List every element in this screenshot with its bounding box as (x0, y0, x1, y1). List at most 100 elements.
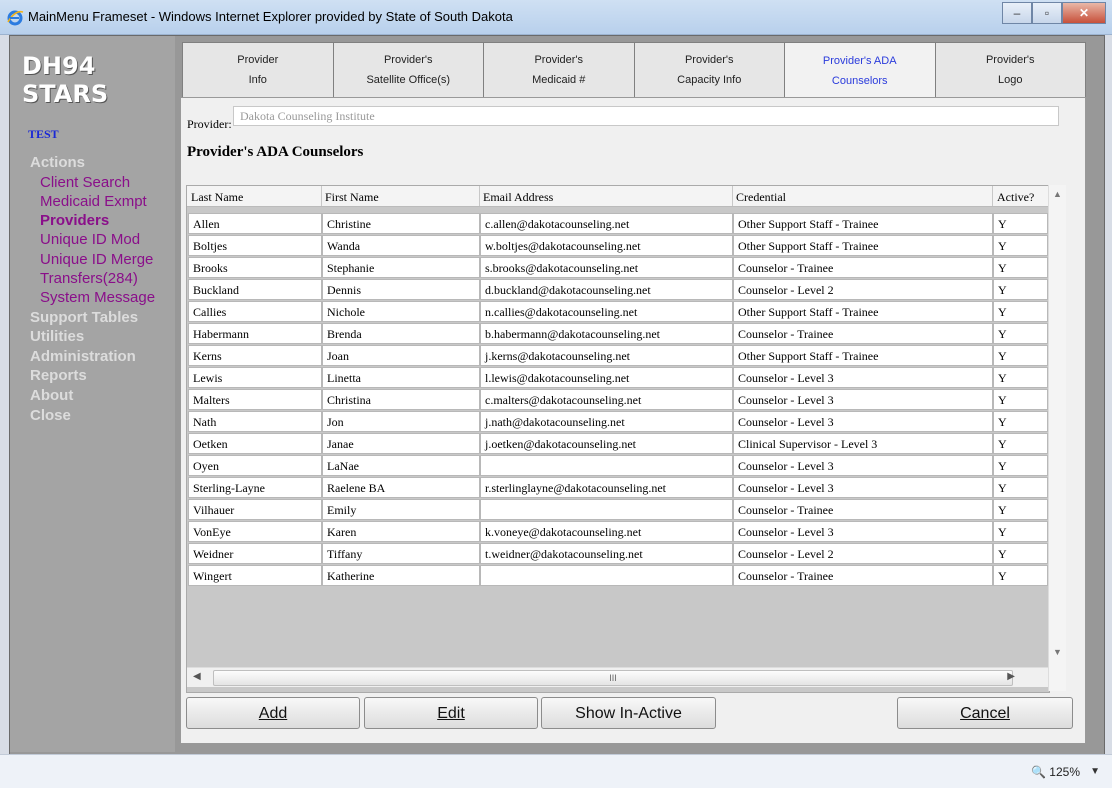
nav-section-close[interactable]: Close (30, 406, 175, 426)
first-name-cell: Karen (322, 521, 480, 542)
nav-item-unique-id-mod[interactable]: Unique ID Mod (30, 230, 175, 249)
email-cell: b.habermann@dakotacounseling.net (480, 323, 733, 344)
counselors-table: Last Name First Name Email Address Crede… (186, 185, 1050, 693)
tab-logo[interactable]: Provider's Logo (935, 42, 1086, 98)
nav-section-reports[interactable]: Reports (30, 366, 175, 386)
email-cell: j.oetken@dakotacounseling.net (480, 433, 733, 454)
table-row[interactable]: Oyen LaNae Counselor - Level 3Y (188, 455, 1048, 476)
last-name-cell: Sterling-Layne (188, 477, 322, 498)
window-title-bar: MainMenu Frameset - Windows Internet Exp… (0, 0, 1112, 35)
first-name-cell: Nichole (322, 301, 480, 322)
active-cell: Y (993, 235, 1048, 256)
zoom-dropdown-icon[interactable]: ▼ (1090, 766, 1100, 777)
column-header-active[interactable]: Active? (997, 190, 1034, 205)
nav-item-client-search[interactable]: Client Search (30, 173, 175, 192)
credential-cell: Counselor - Level 3 (733, 477, 993, 498)
table-row[interactable]: Lewis Linetta l.lewis@dakotacounseling.net… (188, 367, 1048, 388)
page-title: Provider's ADA Counselors (187, 144, 364, 160)
email-cell: j.kerns@dakotacounseling.net (480, 345, 733, 366)
table-row[interactable]: Boltjes Wanda w.boltjes@dakotacounseling.n… (188, 235, 1048, 256)
active-cell: Y (993, 477, 1048, 498)
column-header-credential[interactable]: Credential (736, 190, 786, 205)
add-button[interactable]: Add (186, 697, 360, 729)
credential-cell: Other Support Staff - Trainee (733, 301, 993, 322)
tab-capacity-info[interactable]: Provider's Capacity Info (634, 42, 785, 98)
minimize-button[interactable]: – (1002, 2, 1032, 24)
provider-field[interactable] (233, 106, 1059, 126)
last-name-cell: Boltjes (188, 235, 322, 256)
table-row[interactable]: Habermann Brenda b.habermann@dakotacounsel… (188, 323, 1048, 344)
table-row[interactable]: Sterling-Layne Raelene BA r.sterlinglayne@… (188, 477, 1048, 498)
scroll-right-arrow-icon[interactable]: ▶ (1007, 671, 1015, 682)
last-name-cell: VonEye (188, 521, 322, 542)
table-row[interactable]: Weidner Tiffany t.weidner@dakotacounseling… (188, 543, 1048, 564)
cancel-button[interactable]: Cancel (897, 697, 1073, 729)
edit-button[interactable]: Edit (364, 697, 538, 729)
nav-item-system-message[interactable]: System Message (30, 288, 175, 307)
table-row[interactable]: Oetken Janae j.oetken@dakotacounseling.net… (188, 433, 1048, 454)
scroll-up-arrow-icon[interactable]: ▲ (1053, 189, 1062, 199)
last-name-cell: Lewis (188, 367, 322, 388)
last-name-cell: Oetken (188, 433, 322, 454)
email-cell: s.brooks@dakotacounseling.net (480, 257, 733, 278)
scroll-down-arrow-icon[interactable]: ▼ (1053, 647, 1062, 657)
tab-counselors[interactable]: Provider's ADA Counselors (785, 42, 936, 98)
first-name-cell: Jon (322, 411, 480, 432)
active-cell: Y (993, 389, 1048, 410)
credential-cell: Other Support Staff - Trainee (733, 235, 993, 256)
table-row[interactable]: Malters Christina c.malters@dakotacounseli… (188, 389, 1048, 410)
column-header-email[interactable]: Email Address (483, 190, 553, 205)
table-row[interactable]: VonEye Karen k.voneye@dakotacounseling.net… (188, 521, 1048, 542)
last-name-cell: Habermann (188, 323, 322, 344)
close-window-button[interactable]: ✕ (1062, 2, 1106, 24)
first-name-cell: Wanda (322, 235, 480, 256)
horizontal-scroll-thumb[interactable]: III (213, 670, 1013, 686)
provider-tabs: Provider Info Provider's Satellite Office(s… (182, 42, 1086, 98)
nav-section-about[interactable]: About (30, 386, 175, 406)
first-name-cell: Janae (322, 433, 480, 454)
email-cell (480, 455, 733, 476)
scroll-left-arrow-icon[interactable]: ◀ (193, 671, 201, 682)
zoom-level[interactable]: 🔍 125% (1031, 765, 1080, 779)
column-header-last-name[interactable]: Last Name (191, 190, 243, 205)
table-row[interactable]: Allen Christine c.allen@dakotacounseling.n… (188, 213, 1048, 234)
show-inactive-button[interactable]: Show In-Active (541, 697, 716, 729)
email-cell (480, 565, 733, 586)
nav-section-utilities[interactable]: Utilities (30, 327, 175, 347)
credential-cell: Counselor - Level 2 (733, 279, 993, 300)
table-row[interactable]: Nath Jon j.nath@dakotacounseling.net Counse… (188, 411, 1048, 432)
nav-item-transfers-284[interactable]: Transfers(284) (30, 269, 175, 288)
maximize-button[interactable]: ▫ (1032, 2, 1062, 24)
credential-cell: Counselor - Level 3 (733, 367, 993, 388)
horizontal-scrollbar[interactable]: ◀ III ▶ (187, 667, 1049, 687)
credential-cell: Other Support Staff - Trainee (733, 345, 993, 366)
email-cell: n.callies@dakotacounseling.net (480, 301, 733, 322)
tab-medicaid[interactable]: Provider's Medicaid # (484, 42, 635, 98)
table-row[interactable]: Vilhauer Emily Counselor - Trainee Y (188, 499, 1048, 520)
nav-item-providers[interactable]: Providers (30, 211, 175, 230)
table-row[interactable]: Kerns Joan j.kerns@dakotacounseling.net Oth… (188, 345, 1048, 366)
nav-item-unique-id-merge[interactable]: Unique ID Merge (30, 250, 175, 269)
active-cell: Y (993, 367, 1048, 388)
tab-info[interactable]: Provider Info (182, 42, 334, 98)
tab-satellite-office-s[interactable]: Provider's Satellite Office(s) (333, 42, 484, 98)
credential-cell: Other Support Staff - Trainee (733, 213, 993, 234)
table-row[interactable]: Callies Nichole n.callies@dakotacounseling… (188, 301, 1048, 322)
email-cell: j.nath@dakotacounseling.net (480, 411, 733, 432)
table-row[interactable]: Brooks Stephanie s.brooks@dakotacounseling… (188, 257, 1048, 278)
column-header-first-name[interactable]: First Name (325, 190, 379, 205)
email-cell: l.lewis@dakotacounseling.net (480, 367, 733, 388)
nav-section-support-tables[interactable]: Support Tables (30, 308, 175, 328)
first-name-cell: LaNae (322, 455, 480, 476)
first-name-cell: Emily (322, 499, 480, 520)
nav-section-administration[interactable]: Administration (30, 347, 175, 367)
table-row[interactable]: Wingert Katherine Counselor - Trainee Y (188, 565, 1048, 586)
app-logo: DH94 STARS (22, 52, 109, 108)
last-name-cell: Callies (188, 301, 322, 322)
table-row[interactable]: Buckland Dennis d.buckland@dakotacounselin… (188, 279, 1048, 300)
nav-section-actions[interactable]: Actions (30, 153, 175, 173)
nav-item-medicaid-exmpt[interactable]: Medicaid Exmpt (30, 192, 175, 211)
window-title: MainMenu Frameset - Windows Internet Exp… (28, 9, 513, 24)
active-cell: Y (993, 279, 1048, 300)
vertical-scrollbar[interactable]: ▲ ▼ (1048, 185, 1066, 691)
